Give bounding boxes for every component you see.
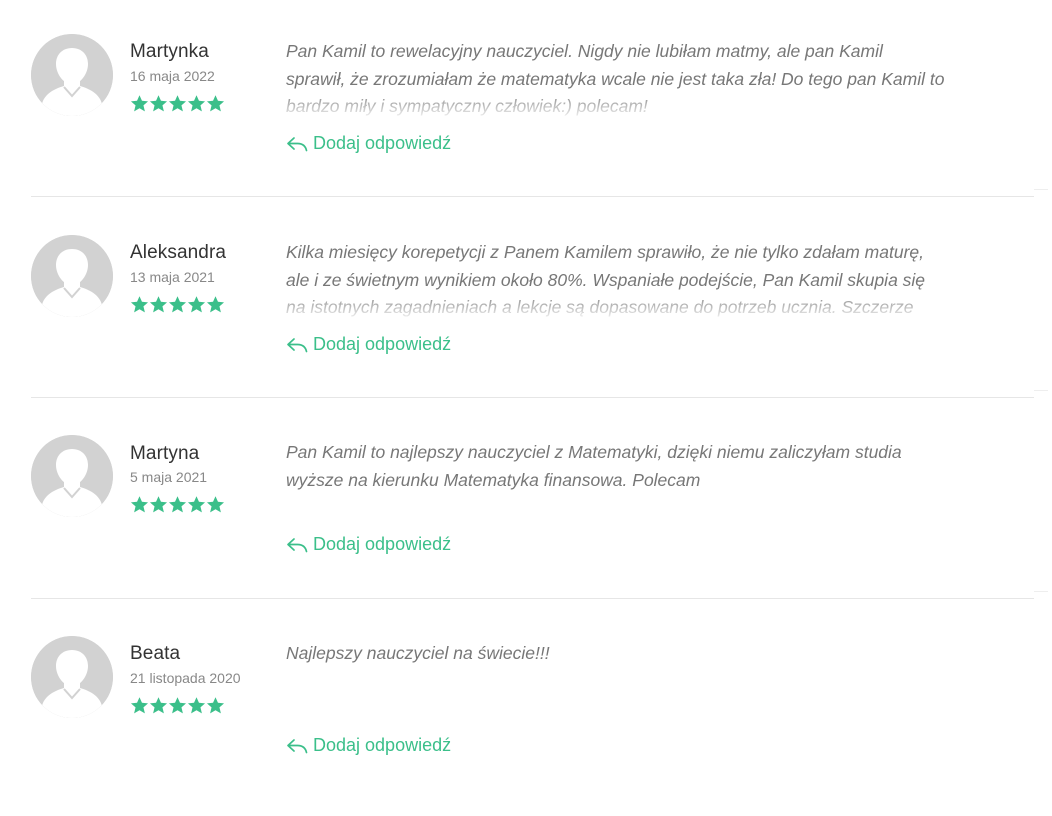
- rating-stars: [130, 295, 225, 314]
- add-reply-button[interactable]: Dodaj odpowiedź: [286, 534, 451, 555]
- review-author: Aleksandra: [130, 242, 227, 263]
- star-icon: [149, 296, 168, 313]
- review-item: Beata 21 listopada 2020 Najlepszy nauczy…: [0, 602, 1052, 802]
- add-reply-label[interactable]: Dodaj odpowiedź: [313, 133, 451, 154]
- review-date: 5 maja 2021: [130, 469, 208, 485]
- star-icon: [206, 496, 225, 513]
- add-reply-label[interactable]: Dodaj odpowiedź: [313, 534, 451, 555]
- reply-arrow-icon: [287, 337, 308, 352]
- review-text: Kilka miesięcy korepetycji z Panem Kamil…: [286, 239, 946, 317]
- star-icon: [149, 95, 168, 112]
- star-icon: [130, 296, 149, 313]
- rating-stars: [130, 94, 225, 113]
- divider-tick: [1034, 591, 1048, 592]
- review-author: Martyna: [130, 443, 200, 464]
- star-icon: [168, 697, 187, 714]
- review-date: 16 maja 2022: [130, 68, 215, 84]
- star-icon: [168, 95, 187, 112]
- reply-arrow-icon: [287, 537, 308, 552]
- star-icon: [187, 697, 206, 714]
- star-icon: [206, 95, 225, 112]
- rating-stars: [130, 696, 225, 715]
- divider-tick: [1034, 189, 1048, 190]
- review-text: Pan Kamil to rewelacyjny nauczyciel. Nig…: [286, 38, 946, 116]
- user-avatar-icon: [31, 435, 113, 517]
- review-divider: [31, 196, 1034, 197]
- star-icon: [149, 496, 168, 513]
- star-icon: [149, 697, 168, 714]
- user-avatar-icon: [31, 235, 113, 317]
- star-icon: [130, 95, 149, 112]
- review-item: Martynka 16 maja 2022 Pan Kamil to rewel…: [0, 0, 1052, 200]
- review-divider: [31, 397, 1034, 398]
- review-author: Martynka: [130, 41, 209, 62]
- add-reply-button[interactable]: Dodaj odpowiedź: [286, 334, 451, 355]
- star-icon: [130, 697, 149, 714]
- star-icon: [168, 496, 187, 513]
- review-author: Beata: [130, 643, 181, 664]
- reply-arrow-icon: [287, 738, 308, 753]
- rating-stars: [130, 495, 225, 514]
- user-avatar-icon: [31, 636, 113, 718]
- add-reply-button[interactable]: Dodaj odpowiedź: [286, 735, 451, 756]
- star-icon: [187, 95, 206, 112]
- reply-arrow-icon: [287, 136, 308, 151]
- add-reply-button[interactable]: Dodaj odpowiedź: [286, 133, 451, 154]
- star-icon: [168, 296, 187, 313]
- star-icon: [187, 296, 206, 313]
- review-text: Najlepszy nauczyciel na świecie!!!: [286, 643, 550, 663]
- star-icon: [130, 496, 149, 513]
- review-item: Aleksandra 13 maja 2021 Kilka miesięcy k…: [0, 201, 1052, 401]
- user-avatar-icon: [31, 34, 113, 116]
- add-reply-label[interactable]: Dodaj odpowiedź: [313, 735, 451, 756]
- review-text: Pan Kamil to najlepszy nauczyciel z Mate…: [286, 442, 902, 490]
- divider-tick: [1034, 390, 1048, 391]
- star-icon: [187, 496, 206, 513]
- star-icon: [206, 697, 225, 714]
- review-item: Martyna 5 maja 2021 Pan Kamil to najleps…: [0, 401, 1052, 601]
- add-reply-label[interactable]: Dodaj odpowiedź: [313, 334, 451, 355]
- review-date: 13 maja 2021: [130, 269, 215, 285]
- star-icon: [206, 296, 225, 313]
- review-date: 21 listopada 2020: [130, 670, 241, 686]
- review-divider: [31, 598, 1034, 599]
